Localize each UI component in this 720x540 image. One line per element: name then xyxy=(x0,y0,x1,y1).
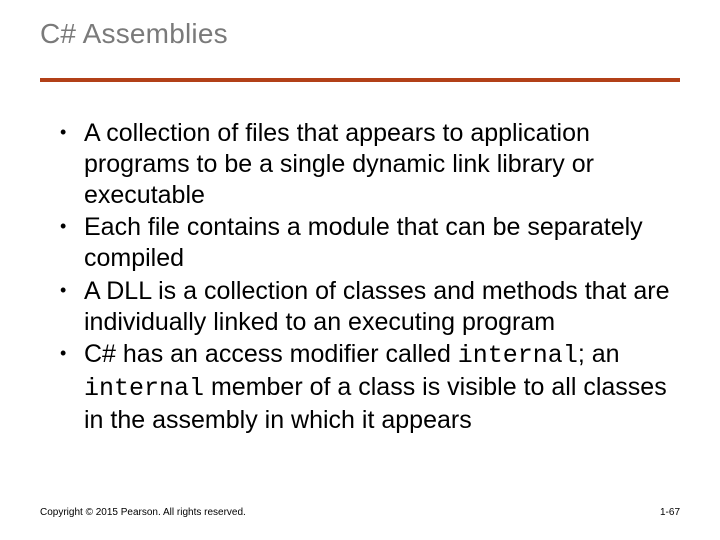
code-text: internal xyxy=(84,374,204,403)
slide-title: C# Assemblies xyxy=(40,18,228,50)
slide: C# Assemblies A collection of files that… xyxy=(0,0,720,540)
bullet-list: A collection of files that appears to ap… xyxy=(60,118,670,436)
code-text: internal xyxy=(458,341,578,370)
bullet-text: C# has an access modifier called xyxy=(84,340,458,368)
list-item: A collection of files that appears to ap… xyxy=(60,118,670,210)
footer-copyright: Copyright © 2015 Pearson. All rights res… xyxy=(40,507,246,518)
title-rule xyxy=(40,78,680,82)
bullet-text: A collection of files that appears to ap… xyxy=(84,119,594,209)
bullet-text: Each file contains a module that can be … xyxy=(84,213,643,272)
footer-page-number: 1-67 xyxy=(660,507,680,518)
list-item: A DLL is a collection of classes and met… xyxy=(60,276,670,338)
slide-body: A collection of files that appears to ap… xyxy=(60,118,670,438)
list-item: Each file contains a module that can be … xyxy=(60,212,670,274)
bullet-text: ; an xyxy=(578,340,620,368)
list-item: C# has an access modifier called interna… xyxy=(60,339,670,435)
bullet-text: A DLL is a collection of classes and met… xyxy=(84,277,670,336)
